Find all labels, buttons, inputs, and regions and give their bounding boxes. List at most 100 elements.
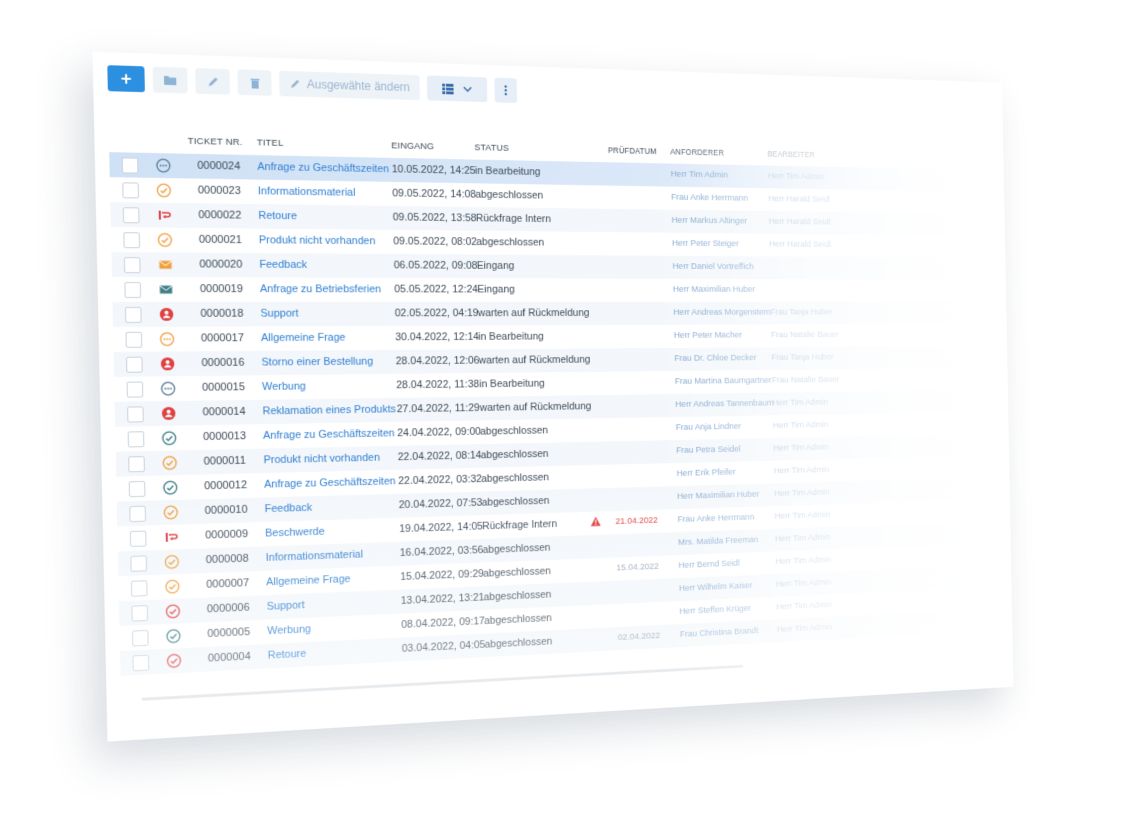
row-checkbox[interactable] [123,232,141,249]
more-options-button[interactable] [494,77,517,103]
ticket-title-link[interactable]: Produkt nicht vorhanden [259,234,376,247]
ticket-requester[interactable]: Mrs. Matilda Freeman [678,535,758,548]
ticket-title-link[interactable]: Informationsmaterial [258,185,356,198]
ticket-title-link[interactable]: Beschwerde [265,526,325,540]
row-checkbox[interactable] [128,456,145,473]
row-checkbox[interactable] [129,530,147,548]
ticket-requester[interactable]: Herr Erik Pfeifer [677,467,736,479]
row-checkbox[interactable] [131,629,149,647]
header-titel[interactable]: TITEL [257,138,284,149]
header-pruefdatum[interactable]: PRÜFDATUM [608,146,657,156]
ticket-title-link[interactable]: Support [267,599,305,612]
ticket-requester[interactable]: Herr Maximilian Huber [673,284,755,294]
ticket-assignee[interactable]: Frau Tanja Huber [771,352,833,362]
ticket-requester[interactable]: Frau Christina Brandt [680,626,759,640]
ticket-requester[interactable]: Frau Anja Lindner [676,421,742,432]
header-eingang[interactable]: EINGANG [391,141,434,152]
ticket-title-link[interactable]: Anfrage zu Betriebsferien [260,283,381,295]
folder-button[interactable] [152,66,188,94]
row-checkbox[interactable] [131,605,149,622]
ticket-assignee[interactable]: Frau Natalie Bauer [772,375,840,386]
ticket-title-link[interactable]: Feedback [259,259,307,271]
header-bearbeiter[interactable]: BEARBEITER [767,149,815,159]
ticket-requester[interactable]: Herr Maximilian Huber [677,489,759,501]
ticket-status: Eingang [476,260,515,272]
ticket-assignee[interactable]: Herr Tim Admin [775,555,831,567]
ticket-requester[interactable]: Frau Anke Herrmann [678,512,755,525]
ticket-assignee[interactable]: Herr Harald Seidl [768,194,830,205]
ticket-requester[interactable]: Herr Daniel Vortreffich [672,261,753,271]
ticket-requester[interactable]: Herr Wilhelm Kaiser [679,581,753,594]
ticket-assignee[interactable]: Herr Tim Admin [773,420,829,431]
ticket-requester[interactable]: Herr Bernd Seidl [678,558,739,570]
bulk-edit-button[interactable]: Ausgewähte ändern [279,70,420,101]
ticket-title-link[interactable]: Anfrage zu Geschäftszeiten [257,161,389,175]
row-checkbox[interactable] [124,282,142,298]
ticket-title-link[interactable]: Produkt nicht vorhanden [263,452,379,466]
ticket-assignee[interactable]: Herr Tim Admin [775,532,831,544]
ticket-title-link[interactable]: Allgemeine Frage [261,332,346,344]
table-row[interactable]: 0000018 Support 02.05.2022, 04:19 warten au… [112,301,1007,327]
ticket-assignee[interactable]: Herr Tim Admin [777,622,833,635]
ticket-requester[interactable]: Frau Anke Herrmann [671,192,748,203]
ticket-title-link[interactable]: Anfrage zu Geschäftszeiten [263,428,395,442]
ticket-requester[interactable]: Frau Dr. Chloe Decker [674,353,756,364]
ticket-requester[interactable]: Herr Markus Altinger [672,215,748,226]
delete-button[interactable] [237,69,272,96]
row-checkbox[interactable] [129,505,146,523]
header-status[interactable]: STATUS [474,142,509,153]
ticket-requester[interactable]: Frau Petra Seidel [676,444,741,456]
ticket-requester[interactable]: Frau Martina Baumgartner [675,375,772,386]
ticket-requester[interactable]: Herr Andreas Tannenbaum [675,398,773,410]
view-selector[interactable] [426,75,488,103]
row-checkbox[interactable] [125,331,143,348]
ticket-assignee[interactable]: Herr Tim Admin [768,171,824,182]
ticket-assignee[interactable]: Herr Tim Admin [773,442,829,453]
row-checkbox[interactable] [122,182,140,199]
header-anforderer[interactable]: ANFORDERER [670,147,724,157]
ticket-title-link[interactable]: Retoure [258,210,297,222]
ticket-assignee[interactable]: Herr Tim Admin [776,600,832,613]
ticket-assignee[interactable]: Frau Natalie Bauer [771,330,839,340]
ticket-title-link[interactable]: Feedback [265,502,313,515]
row-checkbox[interactable] [126,381,144,398]
ticket-requester[interactable]: Herr Peter Steiger [672,238,739,249]
row-checkbox[interactable] [128,480,146,498]
ticket-assignee[interactable]: Herr Tim Admin [772,397,828,408]
ticket-title-link[interactable]: Werbung [262,381,306,393]
ticket-assignee[interactable]: Herr Tim Admin [776,577,832,589]
ticket-requester[interactable]: Herr Andreas Morgenstern [673,307,770,317]
ticket-title-link[interactable]: Support [260,308,298,320]
ticket-requester[interactable]: Herr Peter Macher [674,330,742,340]
table-row[interactable]: 0000020 Feedback 06.05.2022, 09:08 Eingang H… [111,252,1006,280]
edit-button[interactable] [195,68,230,95]
ticket-assignee[interactable]: Herr Harald Seidl [769,216,831,227]
ticket-assignee[interactable]: Herr Harald Seidl [769,239,831,249]
ticket-requester[interactable]: Herr Steffen Krüger [679,603,751,616]
table-row[interactable]: 0000019 Anfrage zu Betriebsferien 05.05.20… [112,277,1006,302]
ticket-title-link[interactable]: Retoure [268,648,307,662]
ticket-title-link[interactable]: Anfrage zu Geschäftszeiten [264,476,396,491]
ticket-title-link[interactable]: Reklamation eines Produkts [262,404,395,418]
row-checkbox[interactable] [132,654,150,672]
row-checkbox[interactable] [130,555,148,572]
row-checkbox[interactable] [127,406,144,423]
ticket-assignee[interactable]: Frau Tanja Huber [771,307,833,317]
ticket-title-link[interactable]: Allgemeine Frage [266,573,351,588]
ticket-title-link[interactable]: Werbung [267,623,311,637]
ticket-title-link[interactable]: Storno einer Bestellung [261,356,373,369]
row-checkbox[interactable] [121,157,139,174]
row-checkbox[interactable] [127,431,145,448]
header-ticket-nr[interactable]: TICKET NR. [188,136,243,148]
ticket-requester[interactable]: Herr Tim Admin [671,169,728,180]
add-ticket-button[interactable]: + [107,65,145,93]
row-checkbox[interactable] [123,257,141,274]
row-checkbox[interactable] [124,306,142,323]
ticket-title-link[interactable]: Informationsmaterial [266,549,364,564]
row-checkbox[interactable] [130,580,148,597]
ticket-assignee[interactable]: Herr Tim Admin [774,465,830,476]
row-checkbox[interactable] [125,356,143,373]
row-checkbox[interactable] [122,207,140,224]
ticket-assignee[interactable]: Herr Tim Admin [775,510,831,522]
ticket-assignee[interactable]: Herr Tim Admin [774,487,830,499]
